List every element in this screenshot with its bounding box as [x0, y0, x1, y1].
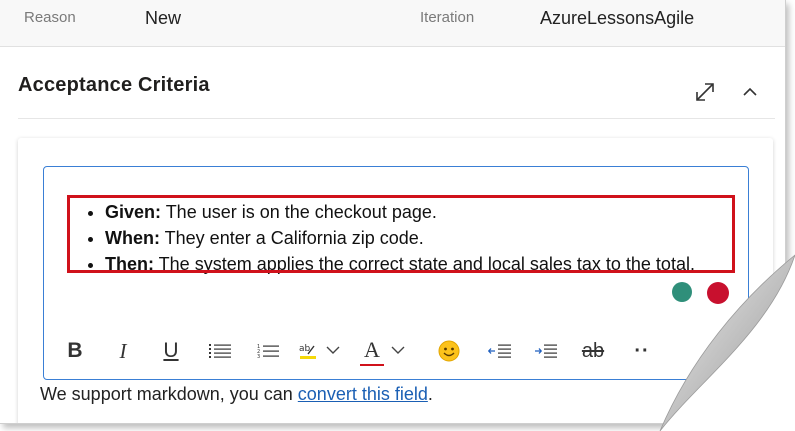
markdown-hint-text: We support markdown, you can — [40, 384, 298, 404]
avatar — [707, 282, 729, 304]
iteration-value[interactable]: AzureLessonsAgile — [540, 8, 694, 29]
highlight-color-icon[interactable]: ab — [296, 333, 320, 369]
markdown-hint: We support markdown, you can convert thi… — [40, 384, 433, 405]
italic-button[interactable]: I — [108, 333, 138, 369]
expand-diagonal-icon[interactable] — [692, 79, 718, 105]
chevron-up-icon[interactable] — [737, 79, 763, 105]
emoji-icon[interactable] — [436, 333, 462, 369]
bulleted-list-icon[interactable] — [206, 333, 234, 369]
bold-button[interactable]: B — [60, 333, 90, 369]
markdown-hint-end: . — [427, 384, 433, 404]
more-options-button[interactable]: ·· — [630, 333, 654, 369]
svg-text:3: 3 — [257, 354, 260, 359]
work-item-panel: Reason New Iteration AzureLessonsAgile A… — [0, 0, 786, 424]
convert-field-link[interactable]: convert this field — [298, 384, 428, 404]
highlight-box — [67, 195, 735, 273]
underline-button[interactable]: U — [156, 333, 186, 369]
decrease-indent-icon[interactable] — [486, 333, 514, 369]
chevron-down-icon[interactable] — [389, 341, 407, 364]
chevron-down-icon[interactable] — [324, 341, 342, 364]
reason-value[interactable]: New — [145, 8, 181, 29]
section-title: Acceptance Criteria — [18, 74, 210, 96]
avatar — [672, 282, 692, 302]
font-color-button[interactable]: A — [360, 336, 384, 366]
strikethrough-button[interactable]: ab — [578, 333, 608, 369]
work-item-fields-bar: Reason New Iteration AzureLessonsAgile — [0, 0, 785, 47]
numbered-list-icon[interactable]: 1 2 3 — [254, 333, 282, 369]
increase-indent-icon[interactable] — [532, 333, 560, 369]
reason-label: Reason — [24, 9, 76, 26]
section-divider — [18, 118, 775, 119]
iteration-label: Iteration — [420, 9, 475, 26]
